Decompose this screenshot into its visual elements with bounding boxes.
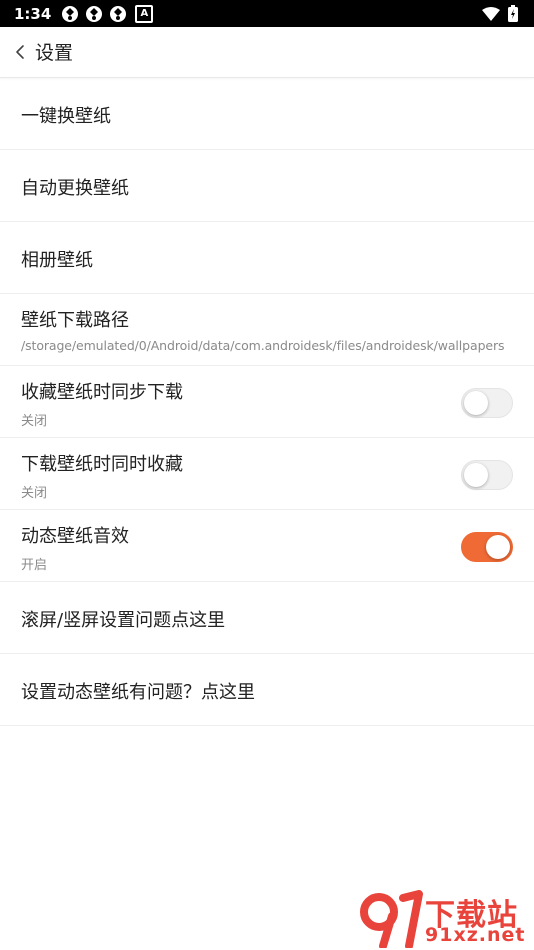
- wifi-icon: [482, 6, 500, 21]
- setting-title: 自动更换壁纸: [21, 178, 129, 199]
- toggle-knob: [486, 535, 510, 559]
- sync-icon: [86, 5, 103, 22]
- watermark-url: 91xz.net: [425, 924, 526, 946]
- setting-title: 设置动态壁纸有问题？点这里: [21, 682, 255, 703]
- setting-title: 相册壁纸: [21, 250, 93, 271]
- favorite-on-download-toggle[interactable]: [461, 460, 513, 490]
- status-bar: 1:34 A: [0, 0, 534, 27]
- setting-title: 收藏壁纸时同步下载: [21, 382, 183, 403]
- setting-favorite-on-download[interactable]: 下载壁纸时同时收藏 关闭: [0, 438, 534, 510]
- setting-one-tap-wallpaper[interactable]: 一键换壁纸: [0, 78, 534, 150]
- notification-icons: A: [61, 4, 154, 23]
- back-arrow-icon[interactable]: [10, 40, 32, 64]
- setting-album-wallpaper[interactable]: 相册壁纸: [0, 222, 534, 294]
- setting-title: 滚屏/竖屏设置问题点这里: [21, 610, 226, 631]
- setting-scroll-screen-help[interactable]: 滚屏/竖屏设置问题点这里: [0, 582, 534, 654]
- watermark-logo: [360, 890, 423, 948]
- system-icons: [482, 0, 518, 27]
- app-bar: 设置: [0, 27, 534, 78]
- sync-download-toggle[interactable]: [461, 388, 513, 418]
- sync-icon: [62, 5, 79, 22]
- live-wallpaper-sound-toggle[interactable]: [461, 532, 513, 562]
- a-letter-icon: A: [135, 4, 154, 23]
- setting-title: 一键换壁纸: [21, 106, 111, 127]
- sync-icon: [110, 5, 127, 22]
- setting-live-wallpaper-help[interactable]: 设置动态壁纸有问题？点这里: [0, 654, 534, 726]
- setting-subtitle: /storage/emulated/0/Android/data/com.and…: [21, 338, 505, 353]
- setting-title: 下载壁纸时同时收藏: [21, 454, 183, 475]
- setting-status: 关闭: [21, 486, 48, 501]
- setting-auto-change-wallpaper[interactable]: 自动更换壁纸: [0, 150, 534, 222]
- toggle-knob: [464, 463, 488, 487]
- toggle-knob: [464, 391, 488, 415]
- setting-title: 壁纸下载路径: [21, 310, 129, 331]
- status-time: 1:34: [14, 4, 52, 23]
- setting-status: 开启: [21, 558, 48, 573]
- setting-download-path[interactable]: 壁纸下载路径 /storage/emulated/0/Android/data/…: [0, 294, 534, 366]
- page-title: 设置: [35, 42, 74, 64]
- settings-list: 一键换壁纸 自动更换壁纸 相册壁纸 壁纸下载路径 /storage/emulat…: [0, 78, 534, 726]
- setting-live-wallpaper-sound[interactable]: 动态壁纸音效 开启: [0, 510, 534, 582]
- setting-title: 动态壁纸音效: [21, 526, 129, 547]
- battery-icon: [508, 5, 518, 22]
- watermark: 下载站 91xz.net: [359, 890, 531, 948]
- setting-sync-download-on-favorite[interactable]: 收藏壁纸时同步下载 关闭: [0, 366, 534, 438]
- setting-status: 关闭: [21, 414, 48, 429]
